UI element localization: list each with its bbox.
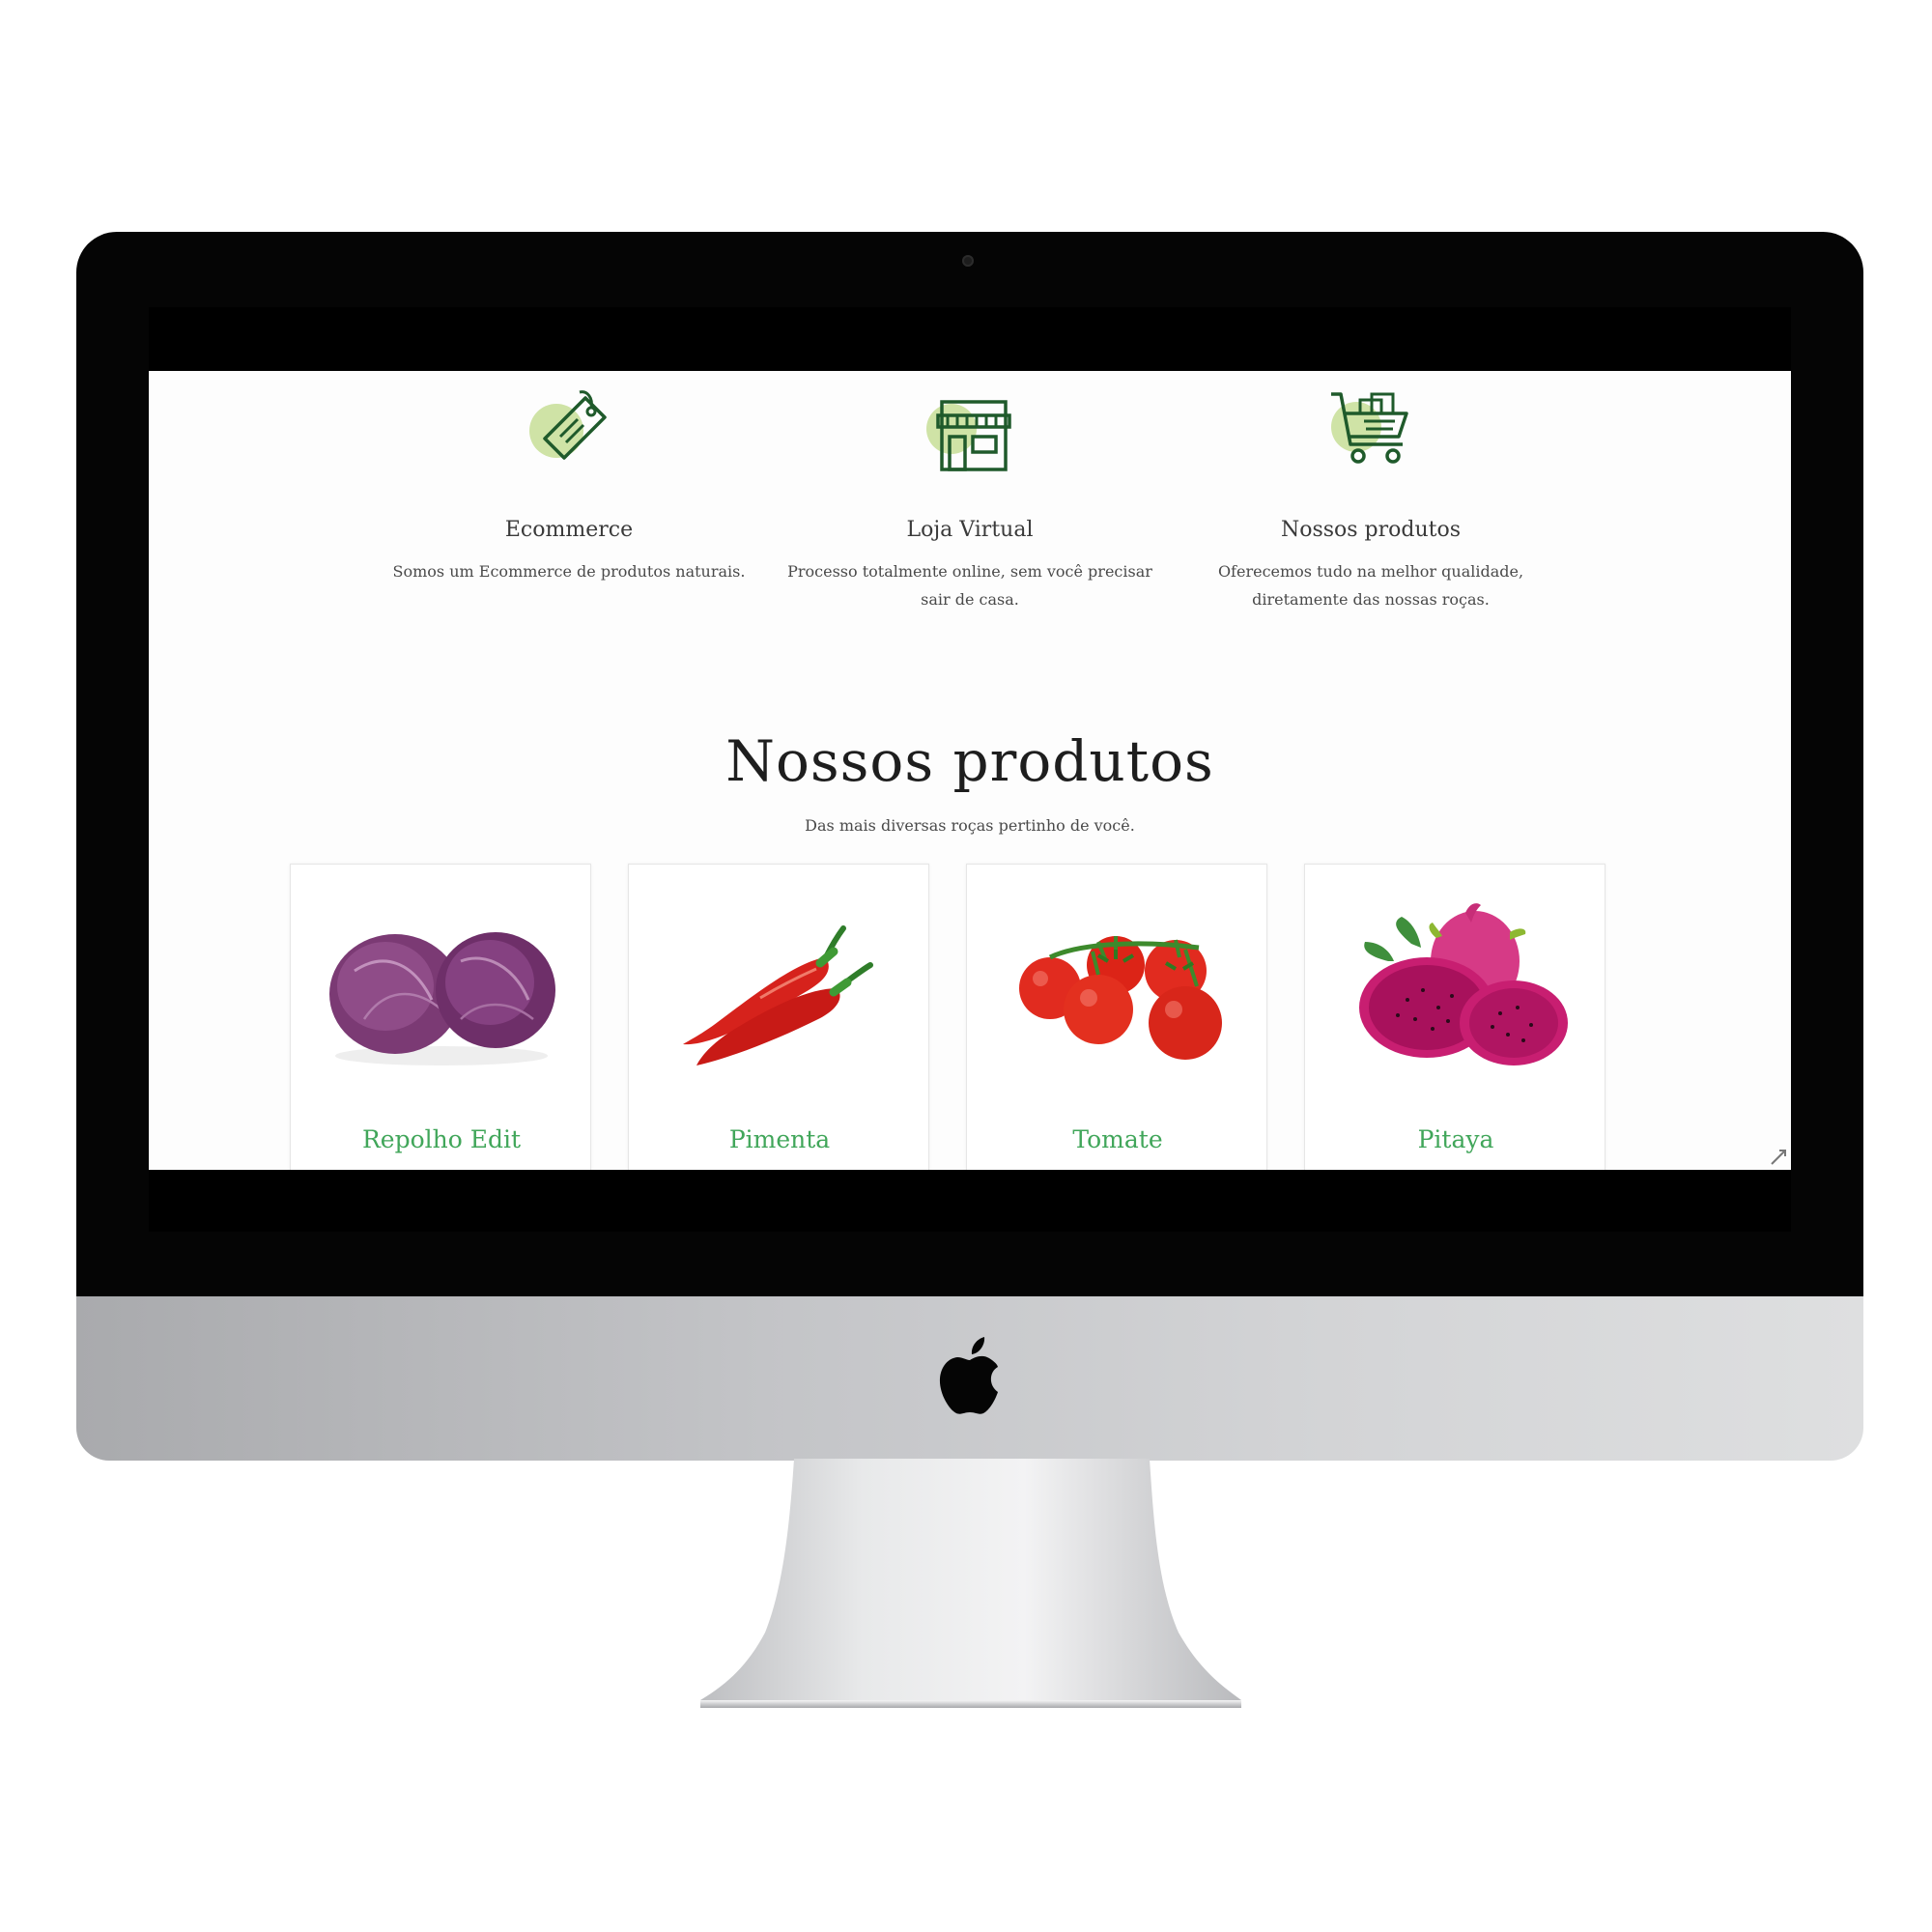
tomato-image bbox=[1019, 936, 1222, 1060]
price-tag-icon bbox=[516, 381, 622, 487]
feature-nossos-produtos: Nossos produtos Oferecemos tudo na melho… bbox=[1144, 371, 1598, 613]
feature-description: Somos um Ecommerce de produtos naturais. bbox=[392, 562, 746, 581]
feature-ecommerce: Ecommerce Somos um Ecommerce de produtos… bbox=[342, 371, 796, 585]
product-name[interactable]: Tomate bbox=[967, 1125, 1268, 1153]
feature-description: Processo totalmente online, sem você pre… bbox=[787, 562, 1152, 609]
feature-title: Nossos produtos bbox=[1280, 518, 1462, 542]
product-name[interactable]: Repolho Edit bbox=[291, 1125, 592, 1153]
screen: Ecommerce Somos um Ecommerce de produtos… bbox=[149, 307, 1791, 1232]
feature-loja-virtual: Loja Virtual Processo totalmente online,… bbox=[743, 371, 1197, 613]
web-page-viewport[interactable]: Ecommerce Somos um Ecommerce de produtos… bbox=[149, 371, 1791, 1170]
storefront-icon bbox=[917, 381, 1023, 487]
dragon-fruit-image bbox=[1359, 903, 1568, 1065]
product-name[interactable]: Pitaya bbox=[1305, 1125, 1606, 1153]
product-card[interactable]: Pimenta bbox=[628, 864, 929, 1170]
webcam bbox=[962, 255, 974, 267]
product-card[interactable]: Tomate bbox=[966, 864, 1267, 1170]
monitor-stand bbox=[700, 1459, 1241, 1708]
feature-title: Ecommerce bbox=[504, 518, 634, 542]
chili-pepper-image bbox=[683, 925, 873, 1065]
feature-description: Oferecemos tudo na melhor qualidade, dir… bbox=[1217, 562, 1524, 609]
products-section-subtitle: Das mais diversas roças pertinho de você… bbox=[805, 816, 1135, 835]
apple-logo-icon bbox=[939, 1337, 998, 1414]
product-card[interactable]: Pitaya bbox=[1304, 864, 1605, 1170]
product-name[interactable]: Pimenta bbox=[629, 1125, 930, 1153]
feature-title: Loja Virtual bbox=[906, 518, 1034, 542]
resize-handle-icon[interactable] bbox=[1766, 1145, 1791, 1170]
shopping-cart-icon bbox=[1318, 381, 1424, 487]
products-section-title: Nossos produtos bbox=[725, 728, 1214, 794]
red-cabbage-image bbox=[329, 932, 555, 1065]
product-card[interactable]: Repolho Edit bbox=[290, 864, 591, 1170]
